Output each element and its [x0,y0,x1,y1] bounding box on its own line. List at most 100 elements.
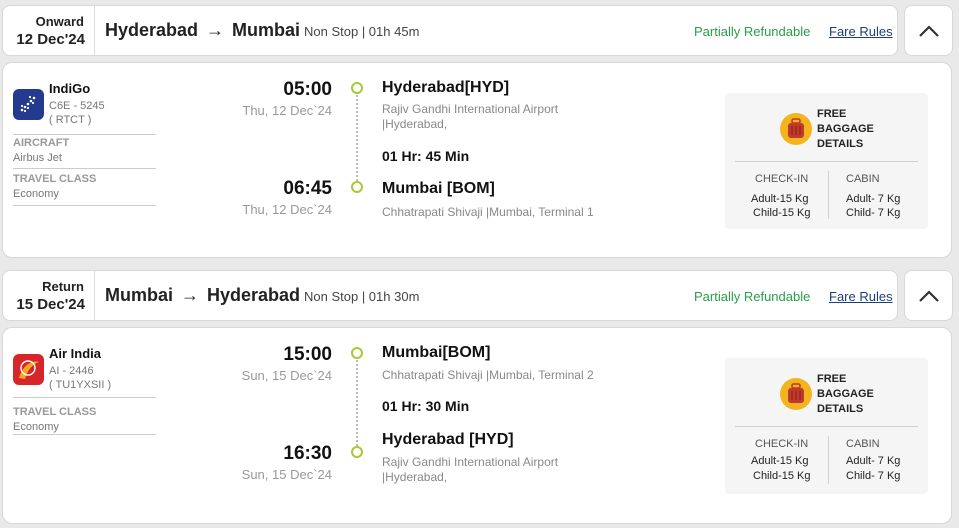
flight-number: AI - 2446 [49,365,94,377]
departure-date: Thu, 12 Dec`24 [242,103,332,118]
travel-class-value: Economy [13,188,59,200]
cabin-label: CABIN [846,438,880,450]
return-date-block: Return 15 Dec'24 [3,271,95,320]
divider [13,434,156,435]
travel-class-row: TRAVEL CLASS Economy [13,168,156,200]
arrow-right-icon: → [206,20,225,40]
return-date: 15 Dec'24 [16,296,85,313]
fare-rules-link[interactable]: Fare Rules [829,24,893,39]
checkin-adult: Adult-15 Kg [751,455,809,467]
timeline-line [356,360,358,446]
baggage-column-divider [828,171,829,219]
return-flight-card: Air India AI - 2446 ( TU1YXSII ) TRAVEL … [2,327,952,524]
luggage-icon [780,113,812,145]
airline-name: IndiGo [49,81,91,96]
fare-rules-link[interactable]: Fare Rules [829,289,893,304]
arrival-city: Hyderabad [HYD] [382,431,514,448]
onward-header: Onward 12 Dec'24 Hyderabad → Mumbai Non … [2,5,898,56]
flight-number: C6E - 5245 [49,100,105,112]
arrival-time: 06:45 [283,178,332,199]
refund-status: Partially Refundable [694,289,811,304]
arrival-time: 16:30 [283,443,332,464]
checkin-child: Child-15 Kg [753,470,811,482]
origin-city: Hyderabad [105,20,199,40]
luggage-icon [780,378,812,410]
departure-city: Hyderabad[HYD] [382,79,510,96]
departure-city: Mumbai[BOM] [382,344,491,361]
checkin-label: CHECK-IN [755,173,809,185]
cabin-child: Child- 7 Kg [846,207,901,219]
baggage-title-line: BAGGAGE [817,388,874,400]
arrival-dot [351,181,363,193]
chevron-up-icon [918,24,939,37]
indigo-logo-icon [13,89,44,120]
travel-class-row: TRAVEL CLASS Economy [13,397,156,433]
onward-collapse-button[interactable] [904,5,953,56]
baggage-divider [735,161,918,162]
arrival-date: Thu, 12 Dec`24 [242,202,332,217]
arrival-airport-city: |Hyderabad, [382,470,448,484]
origin-city: Mumbai [105,285,174,305]
baggage-details: FREE BAGGAGE DETAILS CHECK-IN CABIN Adul… [725,358,928,494]
departure-airport: Chhatrapati Shivaji |Mumbai, Terminal 2 [382,368,594,382]
baggage-divider [735,426,918,427]
checkin-adult: Adult-15 Kg [751,193,809,205]
return-collapse-button[interactable] [904,270,953,321]
travel-class-label: TRAVEL CLASS [13,406,97,418]
onward-date-block: Onward 12 Dec'24 [3,6,95,55]
destination-city: Hyderabad [207,285,301,305]
arrow-right-icon: → [181,285,200,305]
travel-class-value: Economy [13,421,59,433]
baggage-details: FREE BAGGAGE DETAILS CHECK-IN CABIN Adul… [725,93,928,229]
cabin-child: Child- 7 Kg [846,470,901,482]
flight-duration: 01 Hr: 45 Min [382,148,470,164]
destination-city: Mumbai [232,20,301,40]
itinerary-page: Onward 12 Dec'24 Hyderabad → Mumbai Non … [0,0,959,528]
cabin-label: CABIN [846,173,880,185]
return-route: Mumbai → Hyderabad [105,285,300,306]
baggage-title-line: DETAILS [817,403,864,415]
fare-code: ( RTCT ) [49,114,92,126]
checkin-label: CHECK-IN [755,438,809,450]
departure-time: 15:00 [283,344,332,365]
departure-time: 05:00 [283,79,332,100]
aircraft-label: AIRCRAFT [13,137,70,149]
departure-airport-city: |Hyderabad, [382,117,448,131]
baggage-title-line: FREE [817,108,847,120]
arrival-airport: Chhatrapati Shivaji |Mumbai, Terminal 1 [382,205,594,219]
arrival-city: Mumbai [BOM] [382,180,495,197]
checkin-child: Child-15 Kg [753,207,811,219]
airline-name: Air India [49,346,102,361]
divider [13,205,156,206]
departure-airport: Rajiv Gandhi International Airport [382,102,559,116]
timeline-line [356,95,358,181]
aircraft-row: AIRCRAFT Airbus Jet [13,134,156,164]
departure-dot [351,82,363,94]
air-india-logo-icon [13,354,44,385]
onward-date: 12 Dec'24 [16,31,85,48]
onward-label: Onward [35,14,84,29]
stops-duration: Non Stop | 01h 45m [304,24,420,39]
baggage-title: FREE BAGGAGE DETAILS [817,107,874,152]
chevron-up-icon [918,289,939,302]
fare-code: ( TU1YXSII ) [49,379,112,391]
baggage-title-line: BAGGAGE [817,123,874,135]
refund-status: Partially Refundable [694,24,811,39]
cabin-adult: Adult- 7 Kg [846,193,901,205]
onward-flight-card: IndiGo C6E - 5245 ( RTCT ) AIRCRAFT Airb… [2,62,952,258]
departure-date: Sun, 15 Dec`24 [241,368,332,383]
cabin-adult: Adult- 7 Kg [846,455,901,467]
stops-duration: Non Stop | 01h 30m [304,289,420,304]
arrival-airport: Rajiv Gandhi International Airport [382,455,559,469]
return-header: Return 15 Dec'24 Mumbai → Hyderabad Non … [2,270,898,321]
flight-duration: 01 Hr: 30 Min [382,398,470,414]
baggage-title: FREE BAGGAGE DETAILS [817,372,874,417]
return-label: Return [42,279,84,294]
baggage-title-line: FREE [817,373,847,385]
baggage-title-line: DETAILS [817,138,864,150]
departure-dot [351,347,363,359]
baggage-column-divider [828,436,829,484]
onward-route: Hyderabad → Mumbai [105,20,300,41]
aircraft-value: Airbus Jet [13,152,62,164]
arrival-dot [351,446,363,458]
